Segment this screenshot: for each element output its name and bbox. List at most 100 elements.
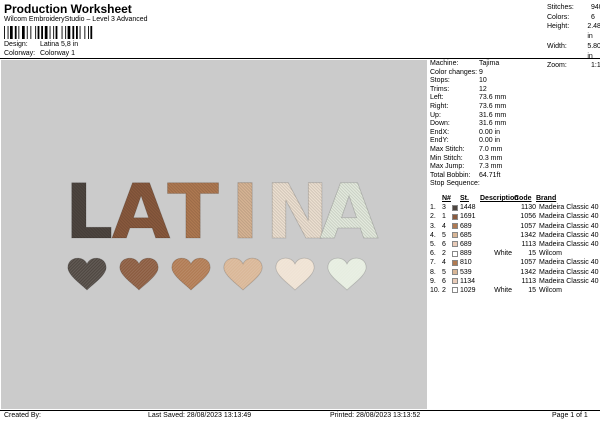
design-label: Design: — [4, 41, 28, 48]
info-value: 10 — [479, 77, 487, 85]
row-description — [480, 231, 514, 240]
info-label: Min Stitch: — [430, 154, 463, 162]
colorway-value: Colorway 1 — [40, 50, 76, 57]
heart-texture — [327, 258, 367, 290]
info-value: Tajima — [479, 60, 500, 67]
info-row: Color changes: 9 — [430, 69, 598, 78]
info-row: Machine: Tajima — [430, 60, 598, 69]
stat-value: 6 — [591, 13, 595, 21]
letter-texture: L — [65, 167, 113, 256]
row-code: 1130 — [520, 204, 536, 212]
stat-label: Stitches: — [547, 4, 574, 11]
table-row: 3. 4 689 1057 Madeira Classic 40 — [430, 222, 599, 231]
stop-sequence-label: Stop Sequence: — [430, 180, 480, 188]
stat-value: 9405 — [591, 4, 600, 11]
table-row: 4. 5 685 1342 Madeira Classic 40 — [430, 231, 599, 240]
letter-texture: A — [320, 167, 379, 256]
row-stitches: 685 — [460, 231, 472, 239]
row-brand: Madeira Classic 40 — [539, 213, 599, 221]
page-title: Production Worksheet — [4, 2, 132, 16]
row-n: 5 — [442, 231, 446, 239]
row-index: 3. — [430, 222, 436, 230]
row-index: 10. — [430, 286, 440, 294]
header-n: N# — [442, 195, 451, 202]
info-label: EndY: — [430, 137, 449, 145]
heart-texture — [223, 258, 263, 290]
header-index — [430, 194, 442, 203]
hearts-group — [67, 257, 367, 291]
color-swatch — [452, 241, 458, 248]
design-value: Latina 5,8 in — [40, 41, 79, 48]
info-value: 73.6 mm — [479, 102, 507, 110]
letter-texture: I — [231, 167, 259, 256]
row-n: 3 — [442, 204, 446, 212]
info-row: Down: 31.6 mm — [430, 120, 598, 129]
table-row: 10. 2 1029 White 15 Wilcom — [430, 286, 599, 295]
color-swatch — [452, 213, 458, 220]
software-subtitle: Wilcom EmbroideryStudio – Level 3 Advanc… — [4, 16, 148, 23]
header-divider — [0, 58, 600, 59]
info-label: Stops: — [430, 77, 450, 85]
info-value: 31.6 mm — [479, 111, 507, 119]
info-label: Max Stitch: — [430, 145, 465, 153]
row-stitches: 539 — [460, 268, 472, 276]
letter-texture: T — [167, 167, 219, 256]
row-index: 1. — [430, 204, 436, 212]
row-n: 2 — [442, 250, 446, 258]
info-label: Trims: — [430, 85, 450, 93]
table-row: 7. 4 810 1057 Madeira Classic 40 — [430, 258, 599, 267]
row-brand: Madeira Classic 40 — [539, 222, 599, 230]
footer-printed: Printed: 28/08/2023 13:13:52 — [330, 412, 421, 419]
row-description — [480, 258, 514, 267]
footer-created: Created By: — [4, 412, 41, 419]
info-label: Right: — [430, 102, 449, 110]
row-index: 7. — [430, 259, 436, 267]
table-row: 6. 2 889 White 15 Wilcom — [430, 249, 599, 258]
row-code: 1057 — [520, 222, 536, 230]
table-header: N# St. Description Code Brand — [430, 194, 599, 203]
row-brand: Madeira Classic 40 — [539, 268, 599, 276]
row-code: 1113 — [521, 240, 536, 248]
row-n: 6 — [442, 240, 446, 248]
row-code: 1342 — [520, 268, 536, 276]
row-stitches: 889 — [460, 250, 472, 258]
barcode — [4, 26, 93, 39]
row-index: 8. — [430, 268, 436, 276]
colorway-row: Colorway: Colorway 1 — [4, 50, 75, 57]
stop-sequence-table: N# St. Description Code Brand 1. 3 1448 113… — [430, 194, 599, 295]
color-swatch — [452, 259, 458, 266]
row-index: 5. — [430, 240, 436, 248]
info-label: Up: — [430, 111, 441, 119]
info-row: Right: 73.6 mm — [430, 103, 598, 112]
table-row: 9. 6 1134 1113 Madeira Classic 40 — [430, 277, 599, 286]
heart-texture — [119, 258, 159, 290]
info-label: EndX: — [430, 128, 450, 136]
embroidery-preview: LLAATT II NNAA — [64, 167, 379, 291]
row-brand: Madeira Classic 40 — [539, 204, 599, 212]
row-code: 15 — [528, 286, 536, 294]
info-value: 12 — [479, 85, 487, 93]
info-row: EndY: 0.00 in — [430, 137, 598, 146]
info-row: Left: 73.6 mm — [430, 94, 598, 103]
table-row: 2. 1 1691 1056 Madeira Classic 40 — [430, 212, 599, 221]
table-row: 1. 3 1448 1130 Madeira Classic 40 — [430, 203, 599, 212]
row-stitches: 1691 — [460, 213, 476, 221]
info-value: 31.6 mm — [479, 120, 507, 128]
stat-row: Stitches: 9405 — [547, 3, 600, 13]
header-swatch-spacer — [452, 196, 458, 202]
row-index: 9. — [430, 277, 436, 285]
header-st: St. — [460, 195, 469, 202]
row-code: 1113 — [521, 277, 536, 285]
row-n: 6 — [442, 277, 446, 285]
color-swatch — [452, 204, 458, 211]
info-value: 0.00 in — [479, 137, 501, 145]
row-n: 4 — [442, 259, 446, 267]
row-description — [480, 212, 514, 221]
design-row: Design: Latina 5,8 in — [4, 41, 78, 48]
info-value: 7.0 mm — [479, 145, 503, 153]
info-label: Left: — [430, 94, 444, 102]
stat-label: Colors: — [547, 13, 570, 21]
info-row: Max Stitch: 7.0 mm — [430, 146, 598, 155]
footer-divider — [0, 410, 600, 411]
info-value: 9 — [479, 68, 483, 76]
